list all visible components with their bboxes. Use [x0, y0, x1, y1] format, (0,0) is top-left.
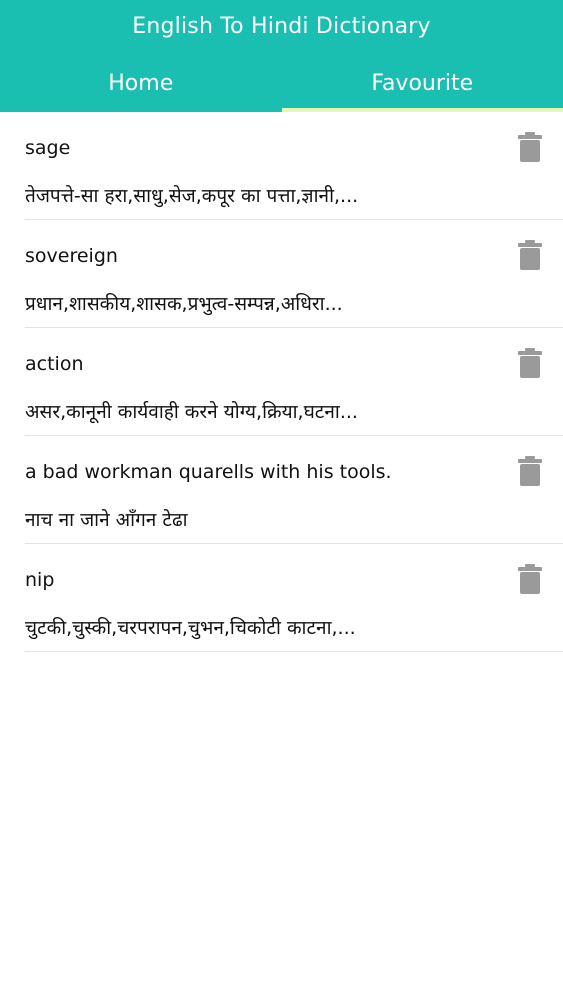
list-item[interactable]: a bad workman quarells with his tools. न…	[25, 436, 563, 544]
meaning-text: नाच ना जाने आँगन टेढा	[25, 509, 188, 531]
tab-home[interactable]: Home	[0, 64, 282, 112]
list-item[interactable]: sage तेजपत्ते-सा हरा,साधु,सेज,कपूर का पत…	[25, 112, 563, 220]
trash-icon	[518, 456, 542, 486]
trash-icon	[518, 564, 542, 594]
word-text: a bad workman quarells with his tools.	[25, 461, 392, 483]
app-screen: English To Hindi Dictionary Home Favouri…	[0, 0, 563, 1000]
meaning-text: तेजपत्ते-सा हरा,साधु,सेज,कपूर का पत्ता,ज…	[25, 185, 359, 207]
tab-favourite[interactable]: Favourite	[281, 64, 563, 112]
meaning-text: असर,कानूनी कार्यवाही करने योग्य,क्रिया,घ…	[25, 401, 358, 423]
delete-button[interactable]	[517, 348, 543, 378]
delete-button[interactable]	[517, 564, 543, 594]
list-item[interactable]: action असर,कानूनी कार्यवाही करने योग्य,क…	[25, 328, 563, 436]
header-bar: English To Hindi Dictionary Home Favouri…	[0, 0, 563, 112]
word-text: nip	[25, 569, 55, 591]
list-item[interactable]: sovereign प्रधान,शासकीय,शासक,प्रभुत्व-सम…	[25, 220, 563, 328]
delete-button[interactable]	[517, 240, 543, 270]
word-text: sovereign	[25, 245, 118, 267]
word-text: sage	[25, 137, 71, 159]
app-title: English To Hindi Dictionary	[132, 14, 431, 39]
meaning-text: चुटकी,चुस्की,चरपरापन,चुभन,चिकोटी काटना,.…	[25, 617, 356, 639]
delete-button[interactable]	[517, 132, 543, 162]
delete-button[interactable]	[517, 456, 543, 486]
trash-icon	[518, 348, 542, 378]
list-item[interactable]: nip चुटकी,चुस्की,चरपरापन,चुभन,चिकोटी काट…	[25, 544, 563, 652]
word-text: action	[25, 353, 84, 375]
tab-bar: Home Favourite	[0, 64, 563, 112]
trash-icon	[518, 240, 542, 270]
favourite-list: sage तेजपत्ते-सा हरा,साधु,सेज,कपूर का पत…	[0, 112, 563, 652]
trash-icon	[518, 132, 542, 162]
meaning-text: प्रधान,शासकीय,शासक,प्रभुत्व-सम्पन्न,अधिर…	[25, 293, 343, 315]
